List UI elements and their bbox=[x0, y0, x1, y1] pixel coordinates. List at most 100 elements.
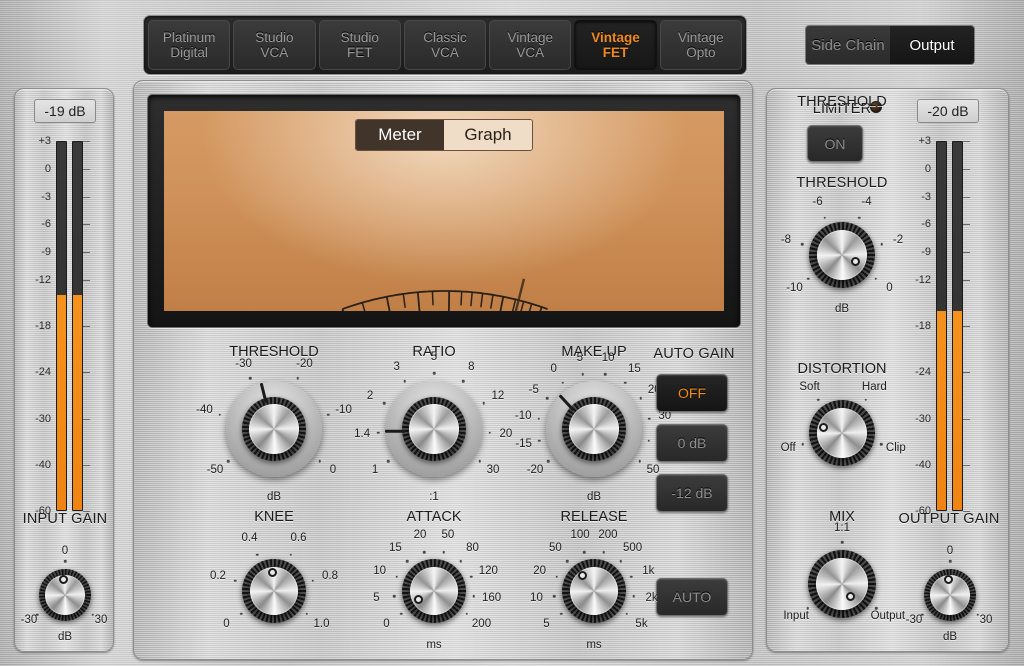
knob-title: DISTORTION bbox=[798, 361, 887, 377]
limiter-threshold-knob[interactable]: THRESHOLD-10-8-6-4-20dB bbox=[775, 193, 909, 308]
model-tab-line1: Vintage bbox=[507, 30, 553, 45]
meter-scale-label: -12 bbox=[915, 274, 931, 286]
meter-scale-label: -9 bbox=[921, 246, 931, 258]
auto-gain-minus12db-button[interactable]: -12 dB bbox=[656, 474, 728, 512]
tab-side-chain[interactable]: Side Chain bbox=[806, 26, 890, 64]
knob-scale-mark: 8 bbox=[468, 361, 474, 373]
knob-scale-mark: Output bbox=[871, 610, 906, 622]
knob-unit: dB bbox=[58, 631, 72, 643]
auto-gain-off-button[interactable]: OFF bbox=[656, 374, 728, 412]
knob-tick-dot bbox=[404, 380, 407, 383]
knob-tick-dot bbox=[92, 613, 95, 616]
input-readout[interactable]: -19 dB bbox=[34, 99, 96, 123]
knob-scale-mark: -10 bbox=[515, 410, 532, 422]
knob-scale-mark: -30 bbox=[906, 614, 923, 626]
knob-tick-dot bbox=[462, 380, 465, 383]
knob-scale-mark: 0 bbox=[886, 282, 892, 294]
knob-scale-mark: -8 bbox=[781, 234, 791, 246]
knee-knob[interactable]: KNEE00.20.40.60.81.0 bbox=[184, 509, 364, 659]
knob-tick-dot bbox=[823, 217, 826, 220]
meter-scale-label: -9 bbox=[41, 246, 51, 258]
knob-scale-mark: -20 bbox=[527, 464, 544, 476]
knob-scale-mark: 0 bbox=[947, 545, 953, 557]
limiter-on-button[interactable]: ON bbox=[807, 125, 863, 162]
tab-meter[interactable]: Meter bbox=[356, 120, 444, 150]
knob-tick-dot bbox=[406, 560, 409, 563]
knob-scale-mark: 5 bbox=[373, 592, 379, 604]
vu-display-toggle: Meter Graph bbox=[355, 119, 533, 151]
model-tab-1[interactable]: StudioVCA bbox=[233, 20, 315, 70]
knob-scale-mark: 500 bbox=[623, 542, 642, 554]
model-tab-6[interactable]: VintageOpto bbox=[660, 20, 742, 70]
attack-knob[interactable]: ATTACK051015205080120160200ms bbox=[344, 509, 524, 659]
knob-tick-dot bbox=[817, 398, 820, 401]
model-tab-line2: FET bbox=[347, 45, 373, 60]
vu-meter-frame: -50-30-20-10-50 Meter Graph bbox=[147, 94, 741, 328]
knob-unit: dB bbox=[587, 491, 601, 503]
knob-cap[interactable] bbox=[569, 404, 619, 454]
knob-title: ATTACK bbox=[406, 509, 461, 525]
model-tab-2[interactable]: StudioFET bbox=[319, 20, 401, 70]
knob-scale-mark: Hard bbox=[862, 381, 887, 393]
knob-title: THRESHOLD bbox=[797, 94, 886, 110]
knob-unit: ms bbox=[586, 639, 601, 651]
meter-scale-label: -24 bbox=[35, 366, 51, 378]
knob-scale-mark: -20 bbox=[296, 358, 313, 370]
knob-scale-mark: 20 bbox=[533, 565, 546, 577]
knob-title: MAKE UP bbox=[561, 344, 626, 360]
knob-cap[interactable] bbox=[817, 230, 867, 280]
knob-scale-mark: 200 bbox=[472, 618, 491, 630]
knob-tick-dot bbox=[470, 576, 473, 579]
knob-tick-dot bbox=[841, 541, 844, 544]
knob-scale-mark: Off bbox=[781, 442, 796, 454]
knob-cap[interactable] bbox=[249, 404, 299, 454]
knob-cap[interactable] bbox=[817, 408, 867, 458]
knob-scale-mark: -15 bbox=[515, 438, 532, 450]
plugin-window: PlatinumDigitalStudioVCAStudioFETClassic… bbox=[0, 0, 1024, 666]
knob-scale-mark: 0 bbox=[550, 363, 556, 375]
model-tab-0[interactable]: PlatinumDigital bbox=[148, 20, 230, 70]
knob-tick-dot bbox=[647, 440, 650, 443]
input-gain-knob[interactable]: -30030dB bbox=[27, 537, 103, 637]
meter-scale-label: -40 bbox=[915, 459, 931, 471]
knob-tick-dot bbox=[555, 576, 558, 579]
meter-scale-label: -3 bbox=[921, 191, 931, 203]
meter-scale: +30-3-6-9-12-18-24-30-40-60 bbox=[895, 129, 931, 523]
meter-ticks bbox=[963, 129, 973, 523]
model-tab-line2: Digital bbox=[170, 45, 208, 60]
knob-tick-dot bbox=[632, 595, 635, 598]
knob-scale-mark: 1 bbox=[372, 464, 378, 476]
distortion-knob[interactable]: DISTORTIONOffSoftHardClip bbox=[775, 361, 909, 496]
knob-cap[interactable] bbox=[409, 404, 459, 454]
auto-gain-0db-button[interactable]: 0 dB bbox=[656, 424, 728, 462]
tab-output[interactable]: Output bbox=[890, 26, 974, 64]
knob-tick-dot bbox=[306, 613, 309, 616]
knob-tick-dot bbox=[64, 560, 67, 563]
meter-scale-label: -40 bbox=[35, 459, 51, 471]
release-knob[interactable]: RELEASE51020501002005001k2k5kms bbox=[504, 509, 684, 659]
knob-tick-dot bbox=[566, 560, 569, 563]
mix-knob[interactable]: MIXInput1:1Output bbox=[777, 509, 907, 644]
knob-tick-dot bbox=[602, 551, 605, 554]
knob-scale-mark: 3 bbox=[393, 361, 399, 373]
knob-scale-mark: 0.4 bbox=[241, 532, 257, 544]
output-readout[interactable]: -20 dB bbox=[917, 99, 979, 123]
model-tab-4[interactable]: VintageVCA bbox=[489, 20, 571, 70]
meter-scale-label: -12 bbox=[35, 274, 51, 286]
knob-scale-mark: Input bbox=[783, 610, 809, 622]
knob-cap[interactable] bbox=[816, 558, 868, 610]
knob-scale-mark: 10 bbox=[602, 352, 615, 364]
knob-scale-mark: 200 bbox=[598, 529, 617, 541]
vu-meter-face: -50-30-20-10-50 Meter Graph bbox=[164, 111, 724, 311]
tab-graph[interactable]: Graph bbox=[444, 120, 532, 150]
knob-scale-mark: 30 bbox=[980, 614, 993, 626]
output-gain-knob[interactable]: -30030dB bbox=[912, 537, 988, 637]
knob-tick-dot bbox=[806, 607, 809, 610]
model-tab-line1: Studio bbox=[255, 30, 293, 45]
model-tab-3[interactable]: ClassicVCA bbox=[404, 20, 486, 70]
knob-tick-dot bbox=[256, 553, 259, 556]
model-tab-5[interactable]: VintageFET bbox=[574, 20, 656, 70]
knob-tick-dot bbox=[880, 443, 883, 446]
knob-scale-mark: -30 bbox=[235, 358, 252, 370]
auto-gain-label: AUTO GAIN bbox=[639, 346, 749, 362]
